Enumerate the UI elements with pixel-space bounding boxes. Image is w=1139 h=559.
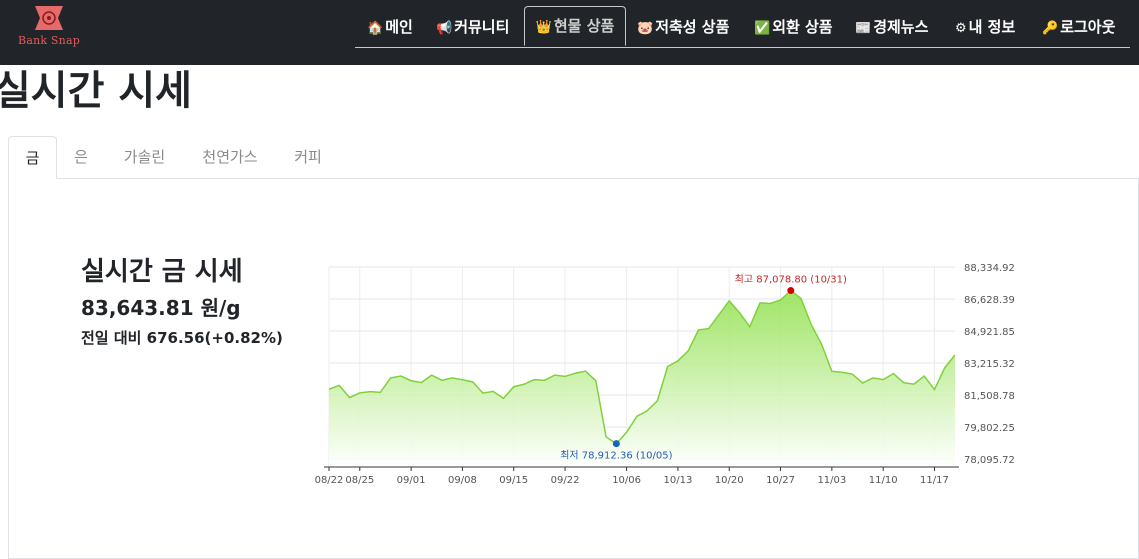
- x-tick-label: 09/08: [448, 475, 477, 486]
- x-tick-label: 10/27: [766, 475, 795, 486]
- y-tick-label: 79,802.25: [964, 423, 1015, 434]
- min-annotation: 최저 78,912.36 (10/05): [560, 450, 672, 462]
- x-tick-label: 10/13: [664, 475, 693, 486]
- x-tick-label: 10/20: [715, 475, 744, 486]
- y-tick-label: 81,508.78: [964, 391, 1015, 402]
- x-tick-label: 08/22: [315, 475, 344, 486]
- max-annotation: 최고 87,078.80 (10/31): [735, 274, 847, 286]
- x-tick-label: 09/22: [551, 475, 580, 486]
- y-axis: 88,334.92 86,628.39 84,921.85 83,215.32 81,5…: [964, 263, 1015, 466]
- x-tick-label: 11/10: [869, 475, 898, 486]
- x-tick-label: 10/06: [612, 475, 641, 486]
- x-axis: 08/22 08/25 09/01 09/08 09/15 09/22 10/06 10/13…: [315, 467, 949, 486]
- y-tick-label: 86,628.39: [964, 295, 1015, 306]
- y-tick-label: 84,921.85: [964, 327, 1015, 338]
- price-area: [329, 290, 955, 467]
- y-tick-label: 83,215.32: [964, 359, 1015, 370]
- gold-price-chart: 88,334.92 86,628.39 84,921.85 83,215.32 81,5…: [315, 263, 1015, 486]
- x-tick-label: 11/17: [920, 475, 949, 486]
- y-tick-label: 78,095.72: [964, 455, 1015, 466]
- x-tick-label: 08/25: [345, 475, 374, 486]
- min-point: [612, 440, 620, 448]
- x-tick-label: 09/15: [499, 475, 528, 486]
- x-tick-label: 09/01: [397, 475, 426, 486]
- max-point: [787, 287, 795, 295]
- y-tick-label: 88,334.92: [964, 263, 1015, 274]
- x-tick-label: 11/03: [817, 475, 846, 486]
